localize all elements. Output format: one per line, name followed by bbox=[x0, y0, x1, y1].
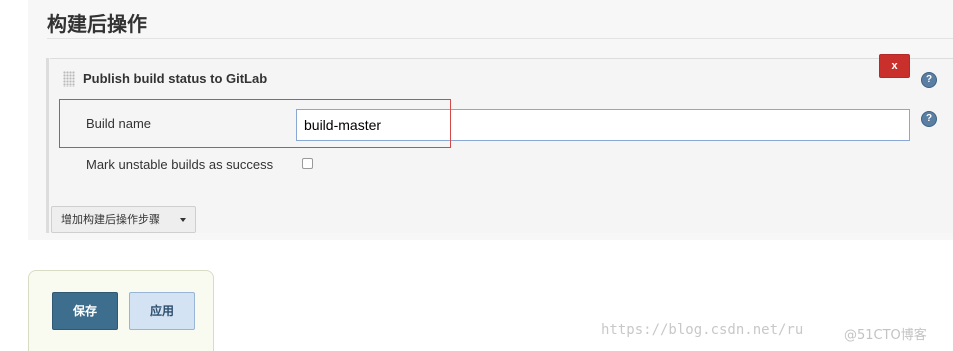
left-gutter bbox=[0, 0, 28, 351]
delete-publisher-button[interactable]: x bbox=[879, 54, 910, 78]
add-post-build-step-button[interactable]: 增加构建后操作步骤 bbox=[51, 206, 196, 233]
panel-divider bbox=[50, 58, 953, 59]
save-button[interactable]: 保存 bbox=[52, 292, 118, 330]
unstable-label: Mark unstable builds as success bbox=[86, 157, 274, 172]
build-name-input[interactable] bbox=[296, 109, 910, 141]
section-divider bbox=[47, 38, 953, 39]
watermark-url: https://blog.csdn.net/ru bbox=[601, 322, 804, 338]
drag-handle-icon[interactable] bbox=[63, 71, 75, 87]
config-page: 构建后操作 Publish build status to GitLab x ?… bbox=[0, 0, 953, 351]
watermark-brand: @51CTO博客 bbox=[844, 328, 927, 343]
help-icon[interactable]: ? bbox=[921, 72, 937, 88]
add-step-label: 增加构建后操作步骤 bbox=[61, 213, 160, 226]
mark-unstable-checkbox[interactable] bbox=[302, 158, 313, 169]
section-title: 构建后操作 bbox=[47, 12, 147, 36]
build-name-help-icon[interactable]: ? bbox=[921, 111, 937, 127]
build-name-label: Build name bbox=[86, 116, 152, 131]
publisher-title: Publish build status to GitLab bbox=[83, 71, 268, 86]
caret-down-icon bbox=[180, 218, 186, 222]
apply-button[interactable]: 应用 bbox=[129, 292, 195, 330]
